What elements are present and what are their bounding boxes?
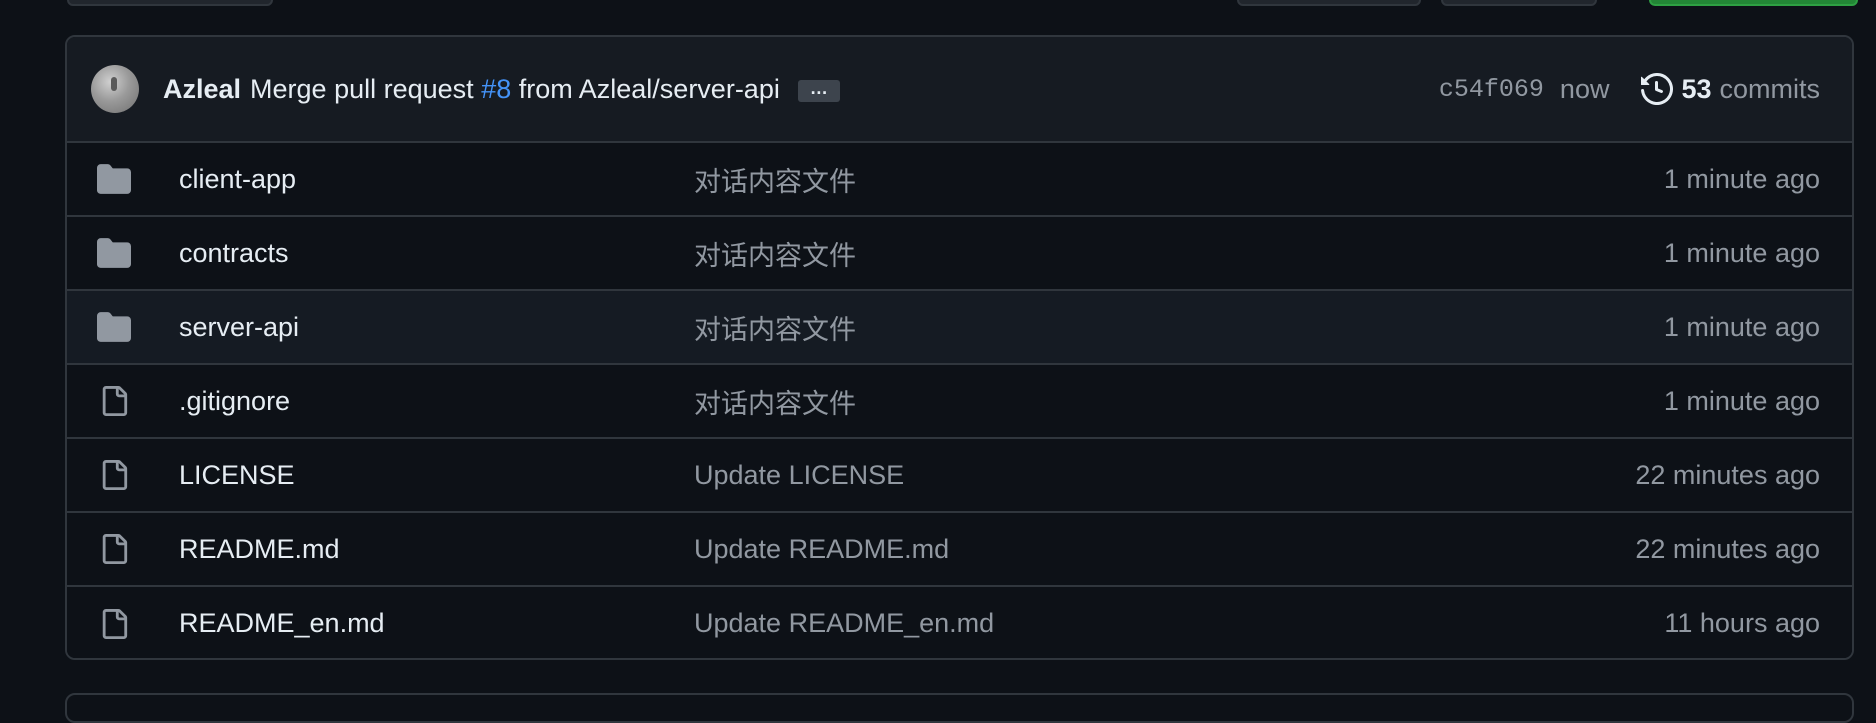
file-list: client-app 对话内容文件 1 minute ago contracts 对话内… (67, 143, 1852, 658)
file-commit-message-link[interactable]: Update LICENSE (694, 460, 1635, 491)
file-browser: Azleal Merge pull request #8 from Azleal… (65, 35, 1854, 660)
file-commit-age: 22 minutes ago (1635, 459, 1820, 490)
file-name-link[interactable]: server-api (179, 312, 694, 343)
folder-icon (97, 310, 131, 344)
expand-commit-message-button[interactable]: … (797, 79, 840, 102)
commits-label[interactable]: commits (1720, 74, 1821, 105)
file-icon (97, 532, 131, 566)
file-name-link[interactable]: .gitignore (179, 386, 694, 417)
file-commit-message-link[interactable]: 对话内容文件 (694, 234, 1664, 273)
file-row[interactable]: README_en.md Update README_en.md 11 hours … (67, 587, 1852, 658)
file-name-link[interactable]: README.md (179, 534, 694, 565)
file-icon (97, 607, 131, 641)
file-name-link[interactable]: LICENSE (179, 460, 694, 491)
file-row[interactable]: README.md Update README.md 22 minutes ago (67, 513, 1852, 587)
avatar[interactable] (91, 65, 139, 113)
code-button-partial[interactable] (1649, 0, 1858, 6)
latest-commit-bar: Azleal Merge pull request #8 from Azleal… (67, 37, 1852, 143)
file-row[interactable]: contracts 对话内容文件 1 minute ago (67, 217, 1852, 291)
file-name-link[interactable]: README_en.md (179, 608, 694, 639)
commit-time: now (1559, 73, 1610, 104)
commit-message-suffix[interactable]: from Azleal/server-api (519, 74, 780, 105)
file-icon (97, 458, 131, 492)
file-name-link[interactable]: contracts (179, 238, 694, 269)
file-row[interactable]: .gitignore 对话内容文件 1 minute ago (67, 365, 1852, 439)
file-commit-age: 1 minute ago (1663, 311, 1820, 342)
folder-icon (97, 236, 131, 270)
toolbar-button-partial[interactable] (1237, 0, 1421, 6)
commit-count[interactable]: 53 (1681, 74, 1711, 105)
file-icon (97, 384, 131, 418)
file-commit-message-link[interactable]: 对话内容文件 (694, 308, 1664, 347)
file-commit-message-link[interactable]: Update README.md (694, 534, 1635, 565)
file-commit-message-link[interactable]: Update README_en.md (694, 608, 1664, 639)
file-commit-age: 22 minutes ago (1635, 533, 1820, 564)
commit-author[interactable]: Azleal (163, 74, 241, 105)
toolbar-button-partial[interactable] (1441, 0, 1597, 6)
file-row[interactable]: LICENSE Update LICENSE 22 minutes ago (67, 439, 1852, 513)
readme-box-partial (65, 693, 1854, 723)
folder-icon (97, 162, 131, 196)
file-commit-age: 1 minute ago (1663, 385, 1820, 416)
file-commit-message-link[interactable]: 对话内容文件 (694, 382, 1664, 421)
file-row[interactable]: client-app 对话内容文件 1 minute ago (67, 143, 1852, 217)
commit-sha[interactable]: c54f069 (1439, 75, 1544, 104)
commit-message-prefix[interactable]: Merge pull request (250, 74, 474, 105)
file-commit-age: 11 hours ago (1664, 608, 1820, 638)
toolbar-button-partial[interactable] (67, 0, 273, 6)
pull-request-link[interactable]: #8 (481, 74, 511, 105)
file-commit-message-link[interactable]: 对话内容文件 (694, 160, 1664, 199)
file-commit-age: 1 minute ago (1663, 237, 1820, 268)
file-commit-age: 1 minute ago (1663, 163, 1820, 194)
file-row[interactable]: server-api 对话内容文件 1 minute ago (67, 291, 1852, 365)
history-icon[interactable] (1641, 73, 1674, 105)
file-name-link[interactable]: client-app (179, 164, 694, 195)
